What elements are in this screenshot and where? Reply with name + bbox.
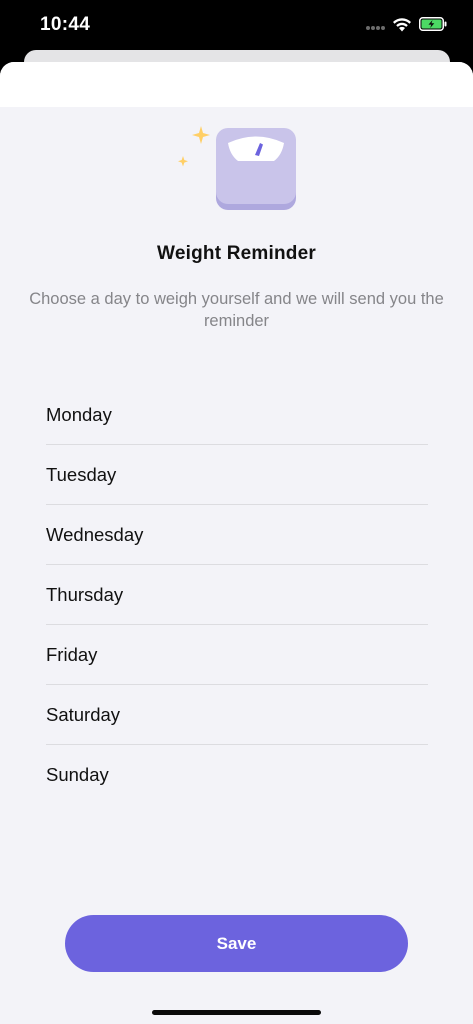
sparkle-icon bbox=[192, 126, 210, 144]
page-title: Weight Reminder bbox=[157, 243, 316, 264]
battery-charging-icon bbox=[419, 17, 447, 31]
cellular-signal-icon bbox=[366, 26, 386, 31]
day-list: Monday Tuesday Wednesday Thursday Friday… bbox=[46, 385, 428, 804]
sheet-header bbox=[0, 62, 473, 107]
weight-reminder-sheet: Weight Reminder Choose a day to weigh yo… bbox=[0, 62, 473, 1024]
day-option-thursday[interactable]: Thursday bbox=[46, 565, 428, 625]
weighing-scale-icon bbox=[178, 126, 296, 210]
day-option-saturday[interactable]: Saturday bbox=[46, 685, 428, 745]
home-indicator bbox=[152, 1010, 321, 1015]
sparkle-icon bbox=[178, 156, 188, 167]
day-option-wednesday[interactable]: Wednesday bbox=[46, 505, 428, 565]
day-option-friday[interactable]: Friday bbox=[46, 625, 428, 685]
status-bar: 10:44 bbox=[0, 0, 473, 50]
wifi-icon bbox=[393, 18, 411, 32]
save-button[interactable]: Save bbox=[65, 915, 408, 972]
day-option-sunday[interactable]: Sunday bbox=[46, 745, 428, 804]
day-option-monday[interactable]: Monday bbox=[46, 385, 428, 445]
page-subtitle: Choose a day to weigh yourself and we wi… bbox=[29, 290, 444, 330]
status-time: 10:44 bbox=[40, 14, 91, 35]
day-option-tuesday[interactable]: Tuesday bbox=[46, 445, 428, 505]
